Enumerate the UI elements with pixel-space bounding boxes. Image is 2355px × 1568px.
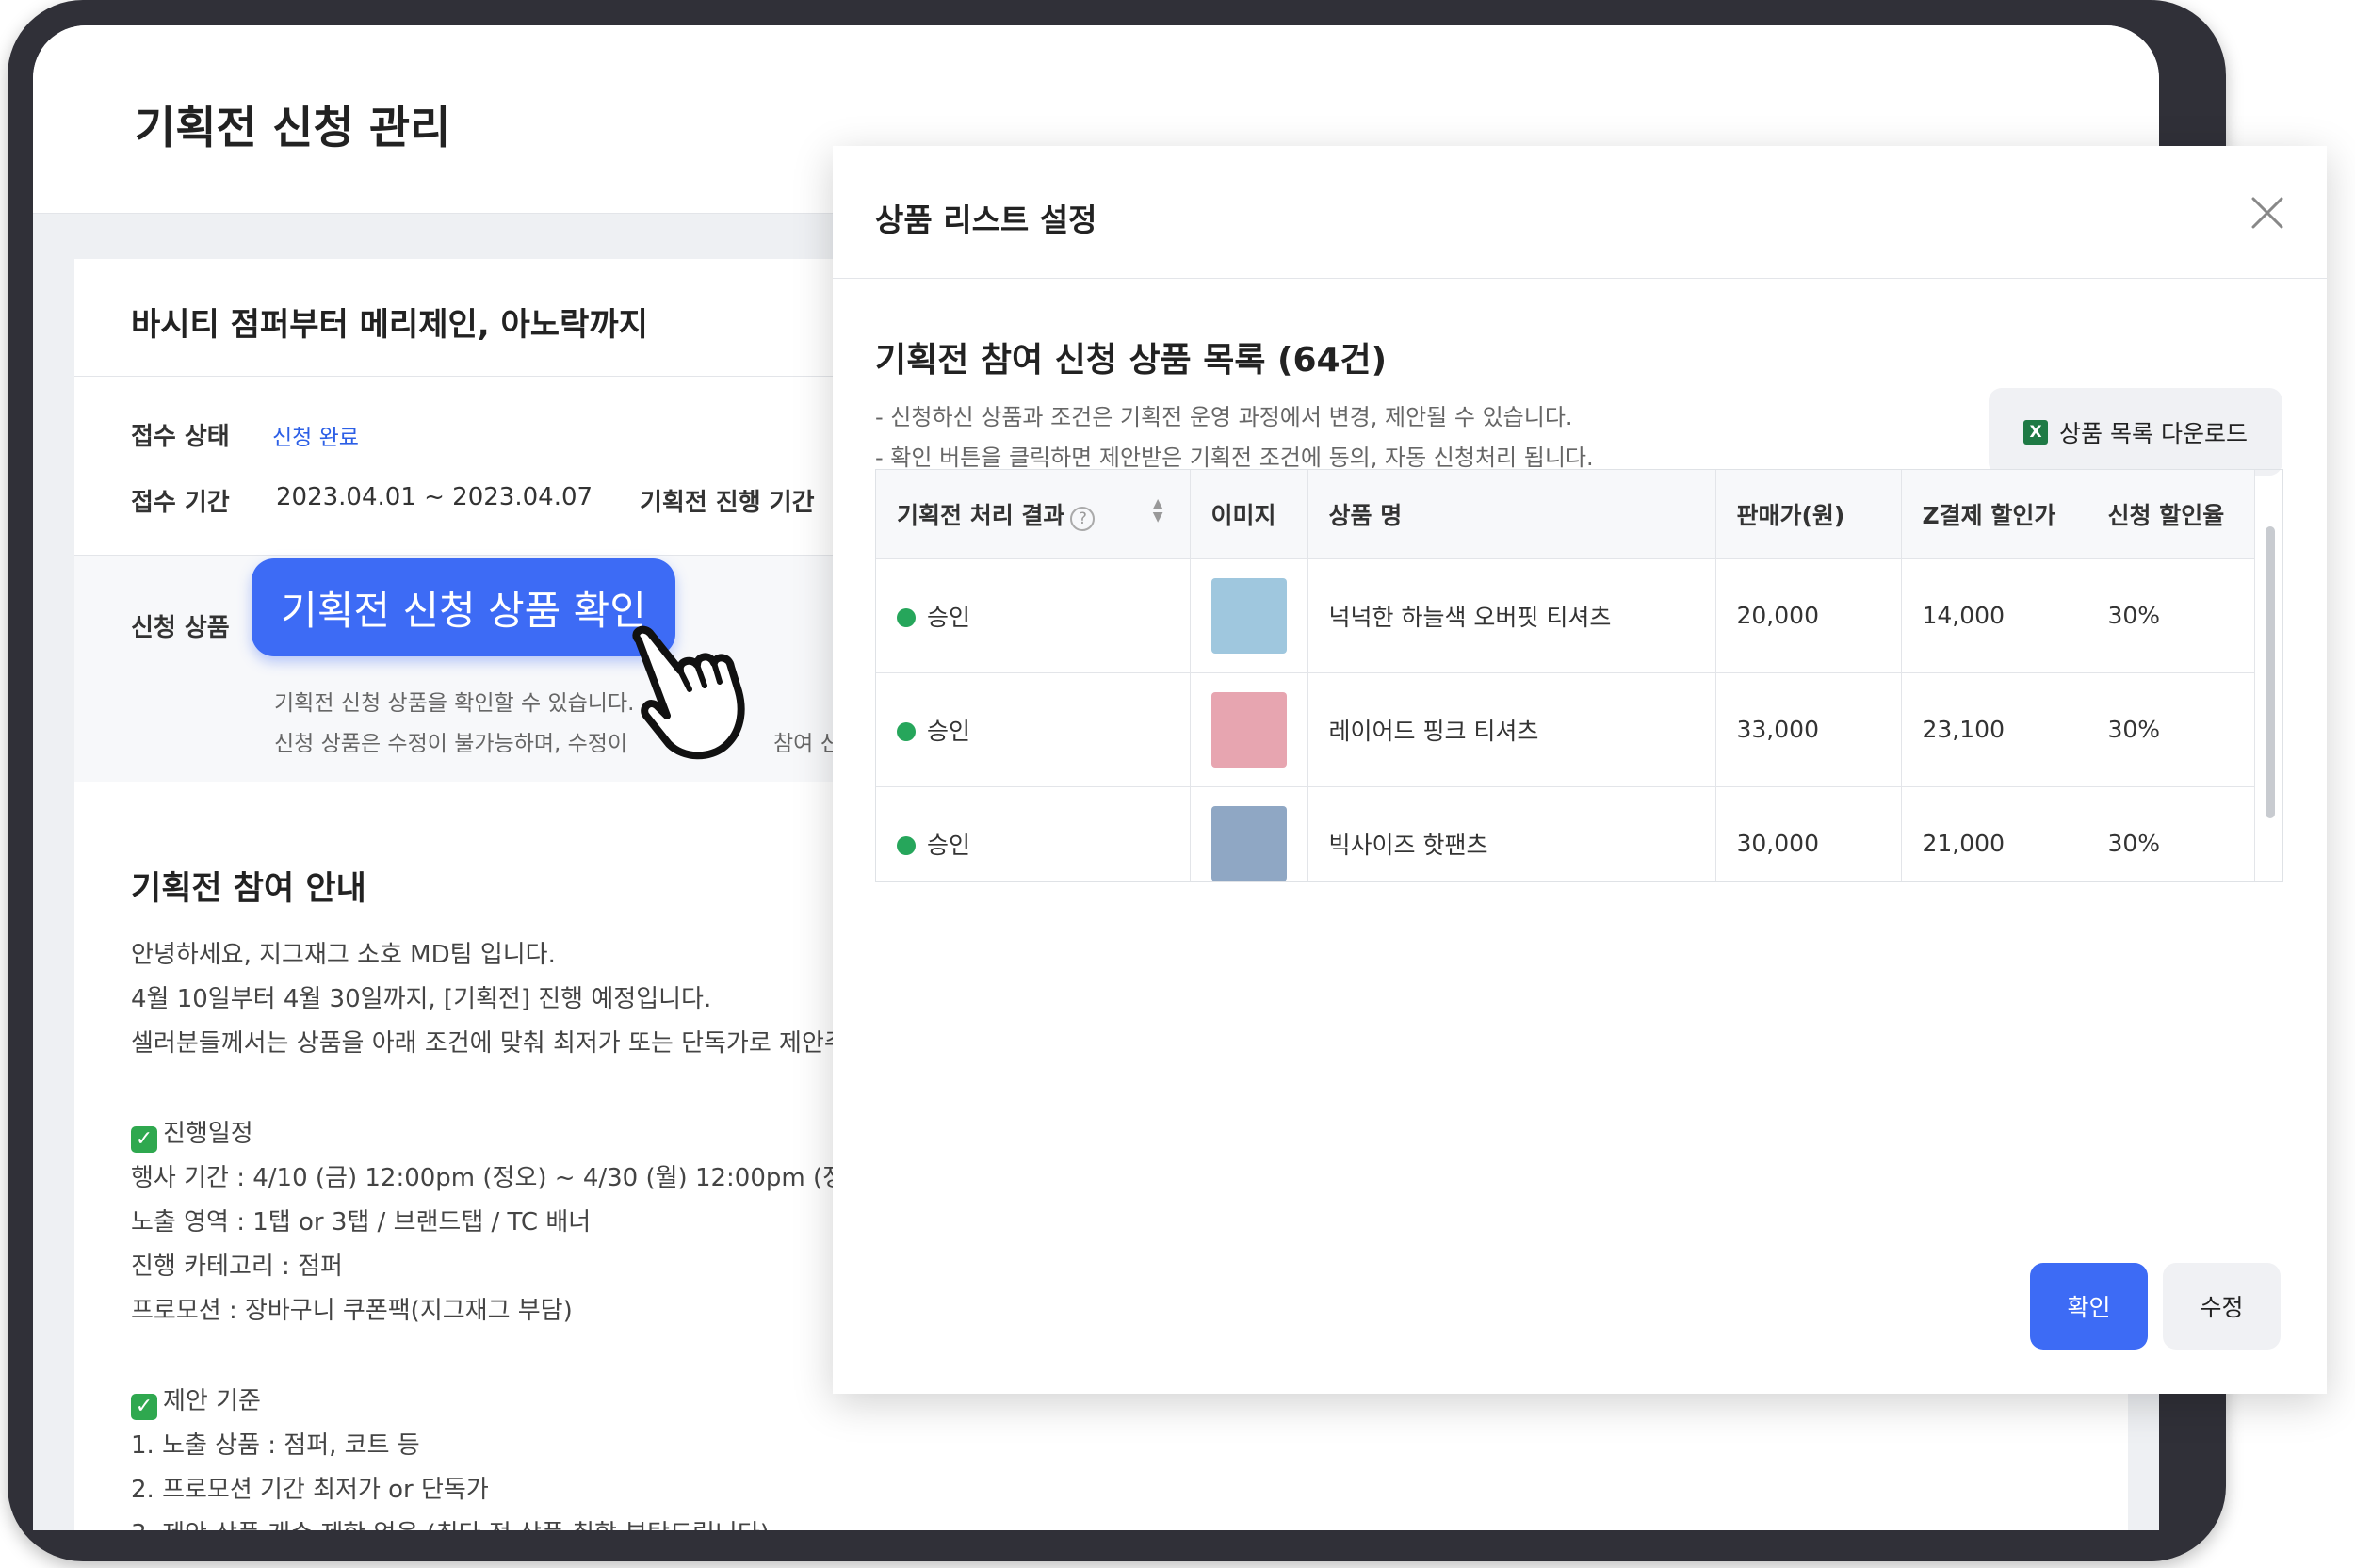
- cell-image: [1190, 672, 1308, 787]
- guide-line: 셀러분들께서는 상품을 아래 조건에 맞춰 최저가 또는 단독가로 제안주: [131, 1029, 847, 1058]
- cell-status: 승인: [876, 786, 1191, 881]
- edit-button[interactable]: 수정: [2163, 1263, 2281, 1350]
- excel-icon: X: [2023, 419, 2049, 445]
- period-value: 2023.04.01 ~ 2023.04.07: [276, 483, 593, 511]
- check-icon: ✓: [131, 1126, 157, 1153]
- table-header-row: 기획전 처리 결과? ▲ ▼ 이미지 상품 명 판매가(원) Z결제 할인가 신청 …: [876, 470, 2255, 559]
- page-title: 기획전 신청 관리: [135, 103, 451, 154]
- hint-text: 신청 상품은 수정이 불가능하며, 수정이: [274, 732, 628, 756]
- products-label: 신청 상품: [131, 614, 230, 642]
- sort-icon[interactable]: ▲ ▼: [1153, 497, 1163, 524]
- product-list-modal: 상품 리스트 설정 기획전 참여 신청 상품 목록 (64건) - 신청하신 상…: [833, 146, 2327, 1394]
- hint-text-tail: 참여 신: [773, 732, 840, 756]
- approved-status-icon: [897, 835, 916, 855]
- column-label: 기획전 처리 결과: [897, 501, 1065, 529]
- schedule-heading: ✓ 진행일정: [131, 1114, 253, 1153]
- status-text: 승인: [927, 717, 971, 745]
- table-scrollbar[interactable]: [2266, 526, 2275, 818]
- guide-line: 2. 프로모션 기간 최저가 or 단독가: [131, 1476, 489, 1504]
- cell-zprice: 14,000: [1901, 558, 2087, 673]
- status-text: 승인: [927, 831, 971, 859]
- table-row[interactable]: 승인 넉넉한 하늘색 오버핏 티셔츠 20,000 14,000 30%: [876, 558, 2255, 673]
- status-text: 승인: [927, 603, 971, 631]
- close-icon[interactable]: [2249, 195, 2285, 231]
- column-header-price: 판매가(원): [1715, 470, 1902, 559]
- status-value[interactable]: 신청 완료: [272, 419, 359, 451]
- cell-name: 빅사이즈 핫팬츠: [1307, 786, 1716, 881]
- product-table: 기획전 처리 결과? ▲ ▼ 이미지 상품 명 판매가(원) Z결제 할인가 신청 …: [875, 469, 2283, 882]
- cell-status: 승인: [876, 558, 1191, 673]
- ok-button[interactable]: 확인: [2030, 1263, 2148, 1350]
- cell-zprice: 21,000: [1901, 786, 2087, 881]
- cell-rate: 30%: [2087, 558, 2255, 673]
- table-row[interactable]: 승인 레이어드 핑크 티셔츠 33,000 23,100 30%: [876, 672, 2255, 787]
- pointer-hand-icon: [632, 625, 745, 760]
- approved-status-icon: [897, 721, 916, 741]
- guide-line: 노출 영역 : 1탭 or 3탭 / 브랜드탭 / TC 배너: [131, 1208, 592, 1237]
- guide-line: 4월 10일부터 4월 30일까지, [기획전] 진행 예정입니다.: [131, 985, 712, 1013]
- guide-line: 행사 기간 : 4/10 (금) 12:00pm (정오) ~ 4/30 (월)…: [131, 1164, 868, 1192]
- period-label: 접수 기간: [131, 489, 230, 517]
- help-icon[interactable]: ?: [1070, 506, 1096, 531]
- cell-zprice: 23,100: [1901, 672, 2087, 787]
- column-header-name: 상품 명: [1307, 470, 1716, 559]
- list-title: 기획전 참여 신청 상품 목록 (64건): [875, 341, 1388, 380]
- schedule-title: 진행일정: [163, 1120, 253, 1148]
- column-header-image: 이미지: [1190, 470, 1308, 559]
- cell-name: 레이어드 핑크 티셔츠: [1307, 672, 1716, 787]
- cell-price: 30,000: [1715, 786, 1902, 881]
- modal-header: 상품 리스트 설정: [833, 146, 2327, 279]
- confirm-products-button[interactable]: 기획전 신청 상품 확인: [252, 558, 675, 656]
- progress-period-label: 기획전 진행 기간: [640, 489, 815, 517]
- product-thumbnail[interactable]: [1210, 805, 1287, 881]
- modal-title: 상품 리스트 설정: [875, 202, 1097, 238]
- guide-line: 1. 노출 상품 : 점퍼, 코트 등: [131, 1431, 420, 1460]
- column-header-rate: 신청 할인율: [2087, 470, 2255, 559]
- criteria-heading: ✓ 제안 기준: [131, 1382, 261, 1420]
- cell-image: [1190, 786, 1308, 881]
- cell-rate: 30%: [2087, 672, 2255, 787]
- cell-price: 20,000: [1715, 558, 1902, 673]
- column-header-zprice: Z결제 할인가: [1901, 470, 2087, 559]
- approved-status-icon: [897, 607, 916, 627]
- criteria-title: 제안 기준: [163, 1387, 261, 1415]
- cell-image: [1190, 558, 1308, 673]
- campaign-title: 바시티 점퍼부터 메리제인, 아노락까지: [131, 306, 648, 344]
- guide-title: 기획전 참여 안내: [131, 870, 366, 908]
- guide-line: 프로모션 : 장바구니 쿠폰팩(지그재그 부담): [131, 1297, 573, 1325]
- cell-rate: 30%: [2087, 786, 2255, 881]
- notice-text: - 확인 버튼을 클릭하면 제안받은 기획전 조건에 동의, 자동 신청처리 됩…: [875, 445, 1594, 471]
- cell-status: 승인: [876, 672, 1191, 787]
- guide-line: 안녕하세요, 지그재그 소호 MD팀 입니다.: [131, 941, 556, 969]
- guide-line: 3. 제안 상품 개수 제한 없음 (최다 전 상품 취합 부탁드립니다): [131, 1514, 770, 1530]
- check-icon: ✓: [131, 1394, 157, 1420]
- download-list-button[interactable]: X 상품 목록 다운로드: [1989, 388, 2282, 476]
- download-label: 상품 목록 다운로드: [2059, 419, 2248, 447]
- guide-line: 진행 카테고리 : 점퍼: [131, 1253, 343, 1281]
- status-label: 접수 상태: [131, 423, 230, 451]
- hint-text: 기획전 신청 상품을 확인할 수 있습니다.: [274, 691, 635, 716]
- cell-name: 넉넉한 하늘색 오버핏 티셔츠: [1307, 558, 1716, 673]
- product-thumbnail[interactable]: [1210, 691, 1287, 768]
- table-row[interactable]: 승인 빅사이즈 핫팬츠 30,000 21,000 30%: [876, 786, 2255, 881]
- cell-price: 33,000: [1715, 672, 1902, 787]
- notice-text: - 신청하신 상품과 조건은 기획전 운영 과정에서 변경, 제안될 수 있습니…: [875, 404, 1573, 430]
- product-thumbnail[interactable]: [1210, 577, 1287, 654]
- column-header-status[interactable]: 기획전 처리 결과? ▲ ▼: [876, 470, 1191, 559]
